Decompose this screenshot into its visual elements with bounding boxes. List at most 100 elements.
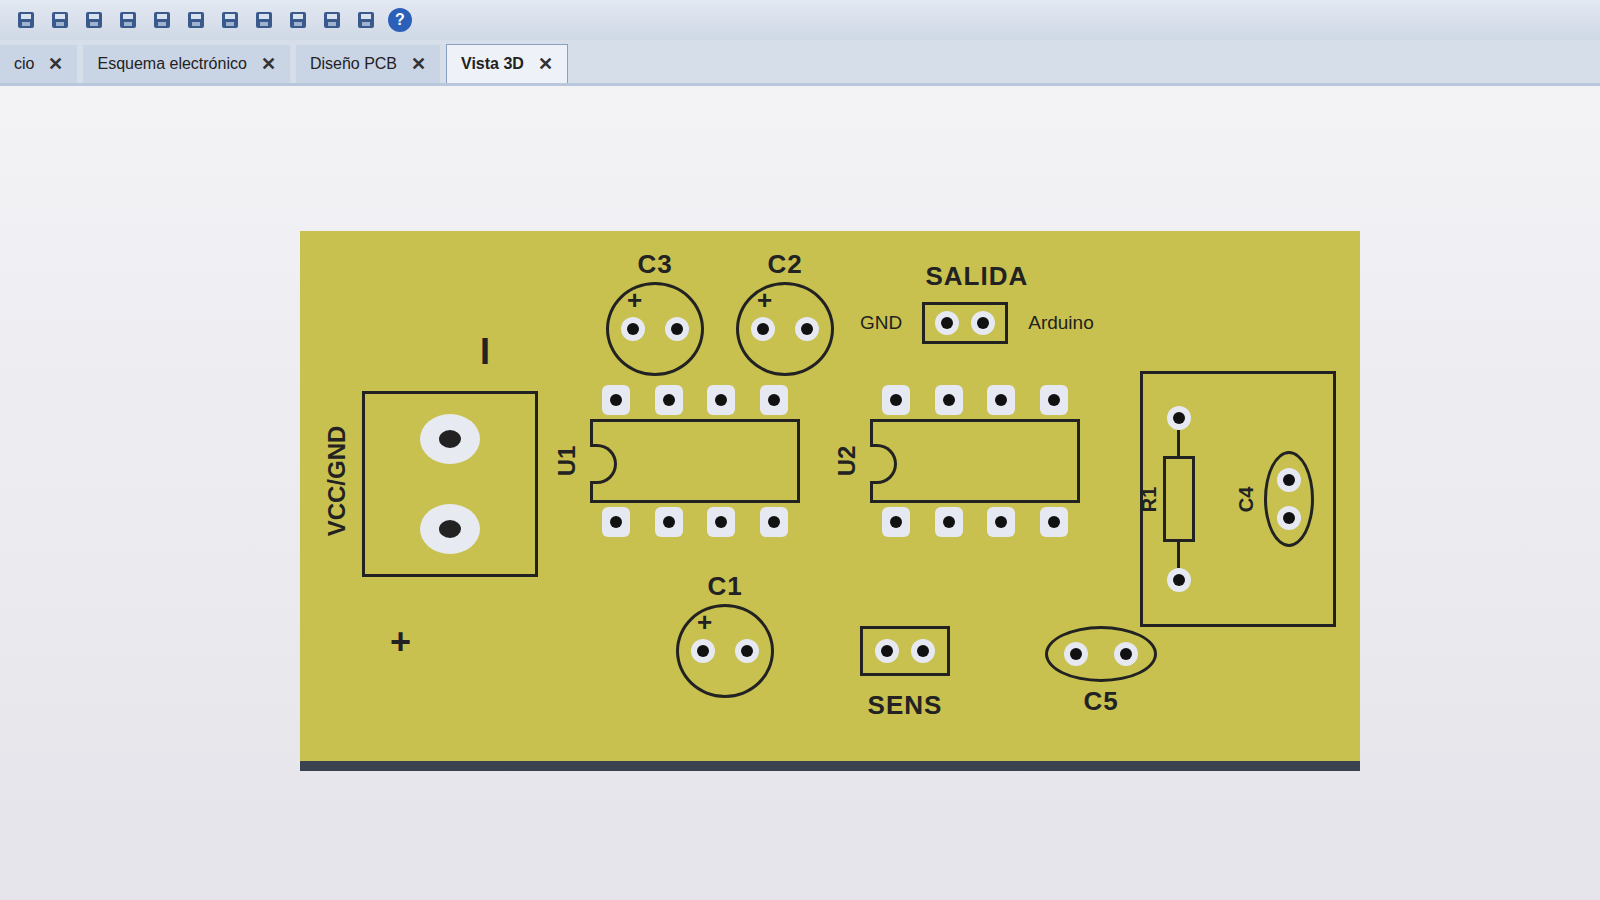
output-header[interactable]: SALIDA GND Arduino: [860, 261, 1094, 344]
save-icon[interactable]: [14, 8, 38, 32]
capacitor-outline: +: [676, 604, 774, 698]
terminal-label: VCC/GND: [320, 391, 354, 571]
pad: [707, 385, 735, 415]
tab[interactable]: Esquema electrónico ✕: [83, 45, 289, 83]
pad: [602, 507, 630, 537]
terminal-block[interactable]: VCC/GND: [320, 391, 538, 577]
pad: [882, 507, 910, 537]
pad: [875, 639, 899, 663]
header-pin-label: GND: [860, 312, 902, 334]
capacitor-label: C4: [1234, 469, 1260, 529]
pad: [691, 639, 715, 663]
polarity-mark: +: [627, 287, 642, 313]
pad: [655, 385, 683, 415]
resistor-label: R1: [1137, 459, 1163, 539]
ceramic-capacitor[interactable]: C4: [1234, 451, 1314, 547]
polarity-mark: +: [697, 609, 712, 635]
pad: [760, 385, 788, 415]
dip8-ic[interactable]: U1: [550, 381, 800, 541]
document-icon[interactable]: [252, 8, 276, 32]
dip8-ic[interactable]: U2: [830, 381, 1080, 541]
pad: [420, 414, 480, 464]
tab-close-button[interactable]: ✕: [538, 53, 553, 75]
tab-label: Esquema electrónico: [97, 55, 246, 73]
pad: [1277, 468, 1301, 492]
resistor[interactable]: R1: [1163, 406, 1195, 592]
ruler-icon[interactable]: [320, 8, 344, 32]
pad: [655, 507, 683, 537]
schematic-icon[interactable]: [116, 8, 140, 32]
polarized-capacitor[interactable]: C1 +: [670, 571, 780, 698]
ic-label: U1: [550, 381, 584, 541]
pad: [987, 385, 1015, 415]
header-outline: [922, 302, 1008, 344]
pad: [735, 639, 759, 663]
pad: [1167, 406, 1191, 430]
polarized-capacitor[interactable]: C3 +: [600, 249, 710, 376]
tab-label: Diseño PCB: [310, 55, 397, 73]
pad: [1167, 568, 1191, 592]
header-pin-label: Arduino: [1028, 312, 1094, 334]
pad: [935, 311, 959, 335]
ic-label: U2: [830, 381, 864, 541]
pad: [987, 507, 1015, 537]
gear-icon[interactable]: [218, 8, 242, 32]
pad: [760, 507, 788, 537]
pcb-app: ?cio✕Esquema electrónico✕Diseño PCB✕Vist…: [0, 0, 1600, 900]
pcb-board[interactable]: I+VCC/GNDC3+C2+C1+U1U2SALIDAGNDArduinoSE…: [300, 231, 1360, 761]
dollar-icon[interactable]: [286, 8, 310, 32]
tab-close-button[interactable]: ✕: [48, 53, 63, 75]
save-all-icon[interactable]: [48, 8, 72, 32]
pad: [935, 507, 963, 537]
tab-close-button[interactable]: ✕: [411, 53, 426, 75]
capacitor-label: C5: [1083, 686, 1118, 717]
tab-close-button[interactable]: ✕: [261, 53, 276, 75]
capacitor-outline: +: [606, 282, 704, 376]
tab-label: Vista 3D: [461, 55, 524, 73]
pad: [1040, 507, 1068, 537]
chip-icon[interactable]: [150, 8, 174, 32]
ic-outline: [590, 419, 800, 503]
tab-bar: cio✕Esquema electrónico✕Diseño PCB✕Vista…: [0, 40, 1600, 86]
capacitor-label: C3: [637, 249, 672, 280]
pad: [707, 507, 735, 537]
help-button[interactable]: ?: [388, 8, 412, 32]
tab[interactable]: Vista 3D ✕: [446, 44, 568, 83]
pad: [911, 639, 935, 663]
capacitor-outline: [1045, 626, 1157, 682]
pad: [621, 317, 645, 341]
board-edge: [300, 761, 1360, 771]
pad: [1064, 642, 1088, 666]
ceramic-capacitor[interactable]: C5: [1045, 626, 1157, 717]
header-title: SALIDA: [925, 261, 1028, 292]
capacitor-label: C1: [707, 571, 742, 602]
polarized-capacitor[interactable]: C2 +: [730, 249, 840, 376]
resistor-group[interactable]: R1 C4: [1140, 371, 1336, 627]
tab[interactable]: cio ✕: [0, 45, 77, 83]
pad: [795, 317, 819, 341]
pad: [751, 317, 775, 341]
silkscreen-mark: +: [390, 621, 411, 663]
polarity-mark: +: [757, 287, 772, 313]
pad: [882, 385, 910, 415]
tab-label: cio: [14, 55, 34, 73]
pad: [1114, 642, 1138, 666]
pad: [420, 504, 480, 554]
view3d-icon[interactable]: [184, 8, 208, 32]
ic-outline: [870, 419, 1080, 503]
capacitor-label: C2: [767, 249, 802, 280]
pad: [1277, 506, 1301, 530]
page-icon[interactable]: [354, 8, 378, 32]
capacitor-outline: [1264, 451, 1314, 547]
capacitor-outline: +: [736, 282, 834, 376]
pad: [971, 311, 995, 335]
tab[interactable]: Diseño PCB ✕: [296, 45, 440, 83]
view-3d-canvas[interactable]: I+VCC/GNDC3+C2+C1+U1U2SALIDAGNDArduinoSE…: [0, 86, 1600, 900]
pad: [935, 385, 963, 415]
header-outline: [860, 626, 950, 676]
home-icon[interactable]: [82, 8, 106, 32]
pad: [602, 385, 630, 415]
sensor-header[interactable]: SENS: [860, 626, 950, 721]
pad: [1040, 385, 1068, 415]
pad: [665, 317, 689, 341]
